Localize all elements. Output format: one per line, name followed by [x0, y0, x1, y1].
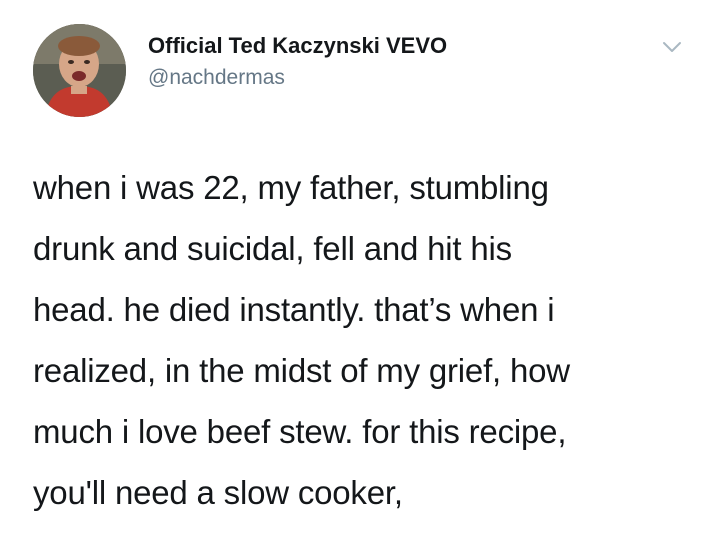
- tweet-text-line: when i was 22, my father, stumbling: [33, 169, 549, 206]
- tweet-text-line: drunk and suicidal, fell and hit his: [33, 230, 512, 267]
- tweet-text-line: much i love beef stew. for this recipe,: [33, 413, 567, 450]
- user-handle[interactable]: @nachdermas: [148, 64, 447, 92]
- tweet-card: Official Ted Kaczynski VEVO @nachdermas …: [0, 0, 720, 553]
- user-names: Official Ted Kaczynski VEVO @nachdermas: [148, 32, 447, 92]
- avatar-image: [33, 24, 126, 117]
- chevron-down-icon[interactable]: [661, 36, 683, 58]
- tweet-header: Official Ted Kaczynski VEVO @nachdermas: [33, 14, 693, 118]
- display-name[interactable]: Official Ted Kaczynski VEVO: [148, 32, 447, 60]
- avatar[interactable]: [33, 24, 126, 117]
- tweet-text: when i was 22, my father, stumbling drun…: [33, 157, 693, 523]
- tweet-text-line: you'll need a slow cooker,: [33, 474, 403, 511]
- tweet-text-line: head. he died instantly. that’s when i: [33, 291, 555, 328]
- tweet-text-line: realized, in the midst of my grief, how: [33, 352, 570, 389]
